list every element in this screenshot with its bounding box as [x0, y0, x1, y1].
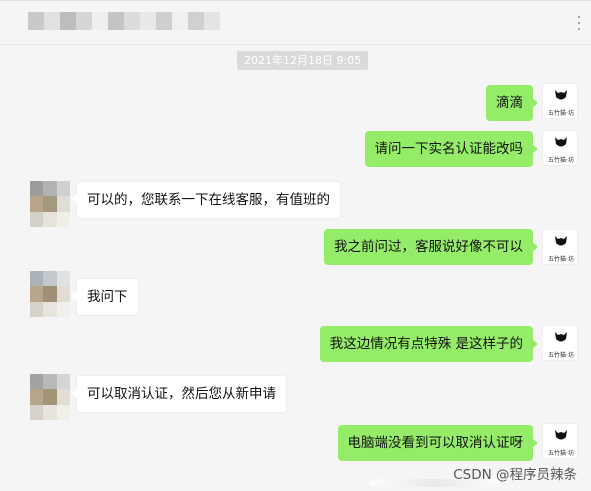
my-message-bubble[interactable]: 我之前问过，客服说好像不可以 — [324, 229, 538, 265]
contact-avatar-blurred[interactable] — [30, 374, 70, 420]
blurred-contact-name — [28, 12, 220, 30]
my-avatar[interactable]: 五竹猫·坊 — [542, 325, 578, 361]
message-row: 电脑端没看到可以取消认证呀 五竹猫·坊 — [0, 421, 591, 461]
message-row: 请问一下实名认证能改吗 五竹猫·坊 — [0, 128, 591, 168]
contact-message-bubble[interactable]: 可以的，您联系一下在线客服，有值班的 — [71, 181, 341, 219]
message-row: 可以的，您联系一下在线客服，有值班的 — [0, 179, 591, 227]
message-timestamp: 2021年12月18日 9:05 — [237, 51, 369, 70]
my-message-bubble[interactable]: 请问一下实名认证能改吗 — [364, 131, 538, 167]
my-message-bubble[interactable]: 我这边情况有点特殊 是这样子的 — [319, 326, 539, 362]
avatar-caption: 五竹猫·坊 — [548, 157, 574, 164]
avatar-caption: 五竹猫·坊 — [548, 450, 574, 457]
cat-avatar-icon — [555, 236, 567, 246]
message-row: 我之前问过，客服说好像不可以 五竹猫·坊 — [0, 227, 591, 267]
message-row: 我问下 — [0, 269, 591, 317]
my-message-bubble[interactable]: 电脑端没看到可以取消认证呀 — [337, 425, 538, 461]
avatar-caption: 五竹猫·坊 — [548, 110, 574, 117]
my-avatar[interactable]: 五竹猫·坊 — [542, 130, 578, 166]
message-row: 滴滴 五竹猫·坊 — [0, 81, 591, 121]
avatar-caption: 五竹猫·坊 — [548, 256, 574, 263]
cat-avatar-icon — [555, 332, 567, 342]
contact-message-bubble[interactable]: 可以取消认证，然后您从新申请 — [71, 375, 287, 413]
my-avatar[interactable]: 五竹猫·坊 — [542, 423, 578, 459]
message-row: 可以取消认证，然后您从新申请 — [0, 372, 591, 420]
chat-header: · · · — [0, 1, 591, 45]
my-avatar[interactable]: 五竹猫·坊 — [542, 229, 578, 265]
my-avatar[interactable]: 五竹猫·坊 — [542, 83, 578, 119]
cat-avatar-icon — [555, 137, 567, 147]
csdn-watermark: CSDN @程序员辣条 — [453, 467, 577, 483]
contact-avatar-blurred[interactable] — [30, 271, 70, 317]
contact-message-bubble[interactable]: 我问下 — [71, 278, 139, 316]
message-row: 我这边情况有点特殊 是这样子的 五竹猫·坊 — [0, 323, 591, 363]
avatar-caption: 五竹猫·坊 — [548, 352, 574, 359]
my-message-bubble[interactable]: 滴滴 — [486, 85, 538, 121]
contact-avatar-blurred[interactable] — [30, 181, 70, 227]
cat-avatar-icon — [555, 90, 567, 100]
more-dots-icon[interactable]: · · · — [573, 11, 585, 37]
cat-avatar-icon — [555, 430, 567, 440]
